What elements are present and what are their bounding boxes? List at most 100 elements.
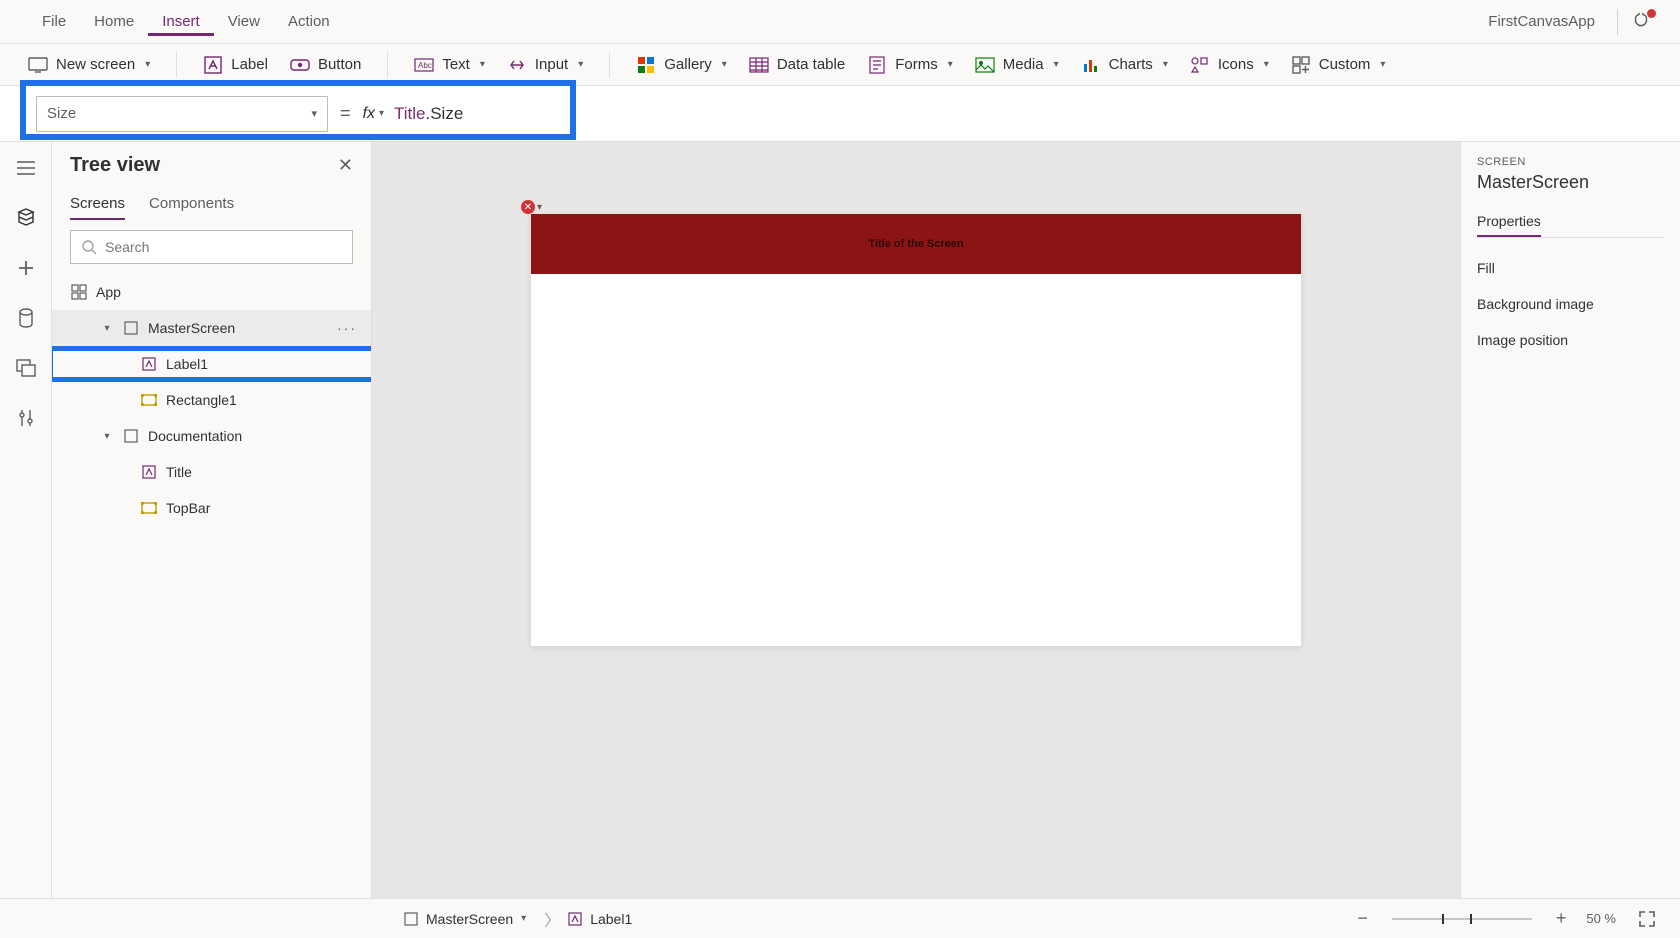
chevron-down-icon: ▾ <box>480 59 485 70</box>
fit-to-window-icon[interactable] <box>1638 910 1656 928</box>
tree-node-documentation[interactable]: ▾ Documentation <box>52 418 371 454</box>
tree-node-masterscreen[interactable]: ▾ MasterScreen ··· <box>52 310 371 346</box>
selection-type-label: SCREEN <box>1477 156 1664 168</box>
menu-view[interactable]: View <box>214 7 274 36</box>
property-dropdown[interactable]: Size ▾ <box>36 96 328 132</box>
app-checker-icon[interactable] <box>1630 11 1652 33</box>
close-icon[interactable]: ✕ <box>338 155 353 176</box>
hamburger-icon[interactable] <box>14 156 38 180</box>
chevron-down-icon: ▾ <box>948 59 953 70</box>
chevron-down-icon: ▾ <box>1264 59 1269 70</box>
insert-text-button[interactable]: Abc Text▾ <box>414 55 485 75</box>
menu-insert[interactable]: Insert <box>148 7 214 36</box>
breadcrumb-control[interactable]: Label1 <box>568 911 632 927</box>
screen-icon <box>122 427 140 445</box>
canvas-area[interactable]: ↖ ✕ ▾ Title of the Screen <box>372 142 1460 898</box>
equals-label: = <box>340 103 351 124</box>
formula-input[interactable]: Title.Size <box>394 104 463 124</box>
status-bar: MasterScreen ▾ 〉 Label1 − + 50 % <box>0 898 1680 938</box>
zoom-slider[interactable] <box>1392 918 1532 920</box>
insert-gallery-button[interactable]: Gallery▾ <box>636 55 727 75</box>
left-rail <box>0 142 52 898</box>
insert-custom-button[interactable]: Custom▾ <box>1291 55 1386 75</box>
media-pane-icon[interactable] <box>14 356 38 380</box>
app-icon <box>70 283 88 301</box>
button-icon <box>290 55 310 75</box>
error-icon: ✕ <box>521 200 535 214</box>
insert-media-button[interactable]: Media▾ <box>975 55 1059 75</box>
data-icon[interactable] <box>14 306 38 330</box>
fx-button[interactable]: fx ▾ <box>363 105 384 123</box>
insert-icons-button[interactable]: Icons▾ <box>1190 55 1269 75</box>
input-icon <box>507 55 527 75</box>
fx-icon: fx <box>363 105 375 123</box>
zoom-out-button[interactable]: − <box>1351 908 1374 929</box>
app-name: FirstCanvasApp <box>1488 13 1595 30</box>
chevron-down-icon: ▾ <box>379 108 384 119</box>
property-fill[interactable]: Fill <box>1477 250 1664 286</box>
icons-icon <box>1190 55 1210 75</box>
svg-text:Abc: Abc <box>418 61 432 70</box>
insert-ribbon: New screen▾ Label Button Abc Text▾ Input… <box>0 44 1680 86</box>
breadcrumb-screen[interactable]: MasterScreen ▾ <box>404 911 526 927</box>
chevron-down-icon: ▾ <box>578 59 583 70</box>
canvas-screen[interactable]: ✕ ▾ Title of the Screen <box>531 214 1301 646</box>
tree-node-app[interactable]: App <box>52 274 371 310</box>
tree-view-panel: Tree view ✕ Screens Components App ▾ Mas… <box>52 142 372 898</box>
canvas-topbar[interactable]: Title of the Screen <box>531 214 1301 274</box>
screen-icon <box>28 55 48 75</box>
forms-icon <box>867 55 887 75</box>
insert-label-button[interactable]: Label <box>203 55 268 75</box>
breadcrumb-separator: 〉 <box>544 907 560 931</box>
insert-input-button[interactable]: Input▾ <box>507 55 583 75</box>
chevron-down-icon: ▾ <box>1380 59 1385 70</box>
tree-node-label1[interactable]: Label1 <box>52 346 371 382</box>
advanced-tools-icon[interactable] <box>14 406 38 430</box>
insert-charts-button[interactable]: Charts▾ <box>1081 55 1168 75</box>
label-icon <box>140 463 158 481</box>
insert-forms-button[interactable]: Forms▾ <box>867 55 953 75</box>
tab-properties[interactable]: Properties <box>1477 207 1541 237</box>
chevron-down-icon: ▾ <box>100 323 114 334</box>
insert-button-button[interactable]: Button <box>290 55 361 75</box>
tab-screens[interactable]: Screens <box>70 189 125 220</box>
property-background-image[interactable]: Background image <box>1477 286 1664 322</box>
menu-file[interactable]: File <box>28 7 80 36</box>
rectangle-icon <box>140 391 158 409</box>
label-icon <box>568 912 582 926</box>
chevron-down-icon: ▾ <box>1163 59 1168 70</box>
screen-icon <box>404 912 418 926</box>
new-screen-button[interactable]: New screen▾ <box>28 55 150 75</box>
insert-data-table-button[interactable]: Data table <box>749 55 845 75</box>
media-icon <box>975 55 995 75</box>
gallery-icon <box>636 55 656 75</box>
chevron-down-icon: ▾ <box>537 202 542 213</box>
more-icon[interactable]: ··· <box>337 320 357 336</box>
label-icon <box>203 55 223 75</box>
properties-panel: SCREEN MasterScreen Properties Fill Back… <box>1460 142 1680 898</box>
screen-icon <box>122 319 140 337</box>
search-input[interactable] <box>70 230 353 264</box>
data-table-icon <box>749 55 769 75</box>
charts-icon <box>1081 55 1101 75</box>
property-image-position[interactable]: Image position <box>1477 322 1664 358</box>
menu-bar: File Home Insert View Action FirstCanvas… <box>0 0 1680 44</box>
tree-view-icon[interactable] <box>14 206 38 230</box>
chevron-down-icon: ▾ <box>145 59 150 70</box>
search-icon <box>81 239 97 255</box>
menu-action[interactable]: Action <box>274 7 344 36</box>
tree-node-topbar[interactable]: TopBar <box>52 490 371 526</box>
chevron-down-icon: ▾ <box>1054 59 1059 70</box>
canvas-title-label[interactable]: Title of the Screen <box>868 238 963 250</box>
custom-icon <box>1291 55 1311 75</box>
insert-pane-icon[interactable] <box>14 256 38 280</box>
label-icon <box>140 355 158 373</box>
error-indicator[interactable]: ✕ ▾ <box>521 200 542 214</box>
menu-home[interactable]: Home <box>80 7 148 36</box>
tree-node-title[interactable]: Title <box>52 454 371 490</box>
formula-bar: Size ▾ = fx ▾ Title.Size <box>0 86 1680 142</box>
tab-components[interactable]: Components <box>149 189 234 220</box>
chevron-down-icon: ▾ <box>311 107 317 120</box>
zoom-in-button[interactable]: + <box>1550 908 1573 929</box>
tree-node-rectangle1[interactable]: Rectangle1 <box>52 382 371 418</box>
